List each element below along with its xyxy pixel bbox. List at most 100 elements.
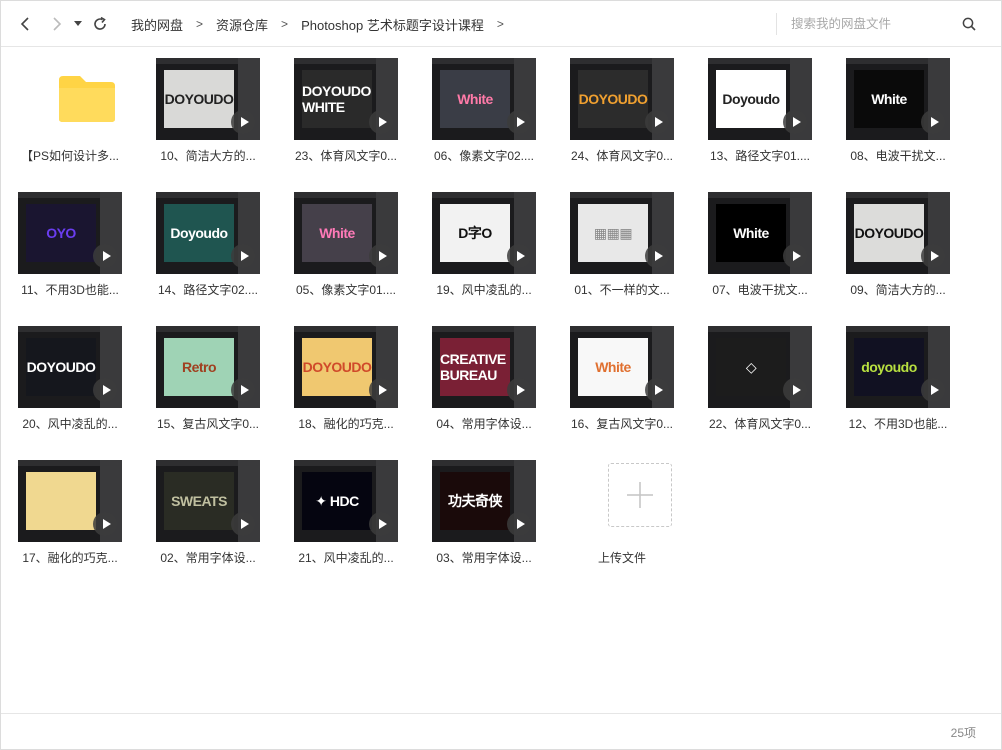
play-icon[interactable] — [921, 110, 945, 134]
thumb-artwork: ✦ HDC — [302, 472, 372, 530]
video-thumbnail: DOYOUDO — [294, 326, 398, 408]
upload-file-button[interactable]: 上传文件 — [553, 449, 681, 567]
play-icon[interactable] — [231, 512, 255, 536]
video-item[interactable]: DOYOUDO 18、融化的巧克... — [277, 315, 405, 433]
video-thumbnail: DOYOUDO — [18, 326, 122, 408]
file-name: 15、复古风文字0... — [156, 417, 260, 431]
item-count: 25项 — [950, 726, 976, 740]
play-icon[interactable] — [93, 244, 117, 268]
chevron-right-icon[interactable] — [45, 13, 67, 35]
video-thumbnail: ▦▦▦ — [570, 192, 674, 274]
play-icon[interactable] — [231, 378, 255, 402]
video-thumbnail: ◇ — [708, 326, 812, 408]
video-thumbnail: SWEATS — [156, 460, 260, 542]
thumb-artwork: doyoudo — [854, 338, 924, 396]
video-item[interactable]: Doyoudo 13、路径文字01.... — [691, 47, 819, 165]
video-item[interactable]: DOYOUDO 10、简洁大方的... — [139, 47, 267, 165]
video-item[interactable]: White 08、电波干扰文... — [829, 47, 957, 165]
play-icon[interactable] — [231, 244, 255, 268]
play-icon[interactable] — [783, 378, 807, 402]
play-icon[interactable] — [921, 378, 945, 402]
video-item[interactable]: ▦▦▦ 01、不一样的文... — [553, 181, 681, 299]
file-name: 09、简洁大方的... — [850, 283, 946, 297]
video-item[interactable]: ◇ 22、体育风文字0... — [691, 315, 819, 433]
play-icon[interactable] — [507, 110, 531, 134]
refresh-icon[interactable] — [89, 13, 111, 35]
video-item[interactable]: DOYOUDO 09、简洁大方的... — [829, 181, 957, 299]
video-item[interactable]: White 05、像素文字01.... — [277, 181, 405, 299]
play-icon[interactable] — [369, 244, 393, 268]
video-item[interactable]: White 06、像素文字02.... — [415, 47, 543, 165]
play-icon[interactable] — [507, 378, 531, 402]
video-item[interactable]: doyoudo 12、不用3D也能... — [829, 315, 957, 433]
video-item[interactable]: DOYOUDO 20、风中凌乱的... — [1, 315, 129, 433]
toolbar: 我的网盘 > 资源仓库 > Photoshop 艺术标题字设计课程 > — [1, 1, 1001, 47]
file-grid: 【PS如何设计多... DOYOUDO 10、简洁大方的... DOYOUDO WHI… — [1, 47, 1001, 713]
video-thumbnail: DOYOUDO — [570, 58, 674, 140]
file-name: 07、电波干扰文... — [712, 283, 808, 297]
play-icon[interactable] — [783, 244, 807, 268]
thumb-artwork: OYO — [26, 204, 96, 262]
folder-icon — [59, 76, 115, 122]
play-icon[interactable] — [645, 244, 669, 268]
status-bar: 25项 — [1, 713, 1001, 749]
file-name: 06、像素文字02.... — [433, 149, 535, 163]
file-name: 08、电波干扰文... — [850, 149, 946, 163]
file-name: 【PS如何设计多... — [20, 149, 119, 163]
caret-down-icon[interactable] — [70, 13, 86, 35]
video-item[interactable]: CREATIVE BUREAU 04、常用字体设... — [415, 315, 543, 433]
thumb-artwork: DOYOUDO — [578, 70, 648, 128]
thumb-artwork: DOYOUDO — [164, 70, 234, 128]
play-icon[interactable] — [645, 378, 669, 402]
video-item[interactable]: D字O 19、风中凌乱的... — [415, 181, 543, 299]
search-icon[interactable] — [959, 14, 979, 34]
play-icon[interactable] — [645, 110, 669, 134]
video-item[interactable]: 功夫奇侠 03、常用字体设... — [415, 449, 543, 567]
file-manager-window: 我的网盘 > 资源仓库 > Photoshop 艺术标题字设计课程 > 【PS如… — [0, 0, 1002, 750]
file-name: 19、风中凌乱的... — [436, 283, 532, 297]
play-icon[interactable] — [369, 512, 393, 536]
play-icon[interactable] — [507, 244, 531, 268]
video-thumbnail: DOYOUDO — [846, 192, 950, 274]
folder-item[interactable]: 【PS如何设计多... — [1, 47, 129, 165]
breadcrumb-separator: > — [196, 17, 204, 31]
video-thumbnail — [18, 460, 122, 542]
video-item[interactable]: DOYOUDO WHITE 23、体育风文字0... — [277, 47, 405, 165]
play-icon[interactable] — [783, 110, 807, 134]
chevron-left-icon[interactable] — [15, 13, 37, 35]
video-thumbnail: Retro — [156, 326, 260, 408]
video-item[interactable]: DOYOUDO 24、体育风文字0... — [553, 47, 681, 165]
video-item[interactable]: 17、融化的巧克... — [1, 449, 129, 567]
file-name: 24、体育风文字0... — [570, 149, 674, 163]
file-name: 18、融化的巧克... — [298, 417, 394, 431]
play-icon[interactable] — [93, 512, 117, 536]
video-thumbnail: White — [570, 326, 674, 408]
play-icon[interactable] — [369, 110, 393, 134]
breadcrumb-item-resource-repo[interactable]: 资源仓库 — [216, 15, 268, 34]
video-item[interactable]: White 16、复古风文字0... — [553, 315, 681, 433]
search-input[interactable] — [791, 14, 951, 34]
video-item[interactable]: Retro 15、复古风文字0... — [139, 315, 267, 433]
video-item[interactable]: ✦ HDC 21、风中凌乱的... — [277, 449, 405, 567]
thumb-artwork: DOYOUDO WHITE — [302, 70, 372, 128]
breadcrumb-item-my-drive[interactable]: 我的网盘 — [131, 15, 183, 34]
play-icon[interactable] — [93, 378, 117, 402]
file-name: 04、常用字体设... — [436, 417, 532, 431]
file-name: 上传文件 — [597, 551, 646, 565]
play-icon[interactable] — [369, 378, 393, 402]
play-icon[interactable] — [231, 110, 255, 134]
breadcrumb-item-current-folder[interactable]: Photoshop 艺术标题字设计课程 — [301, 15, 484, 34]
video-thumbnail: ✦ HDC — [294, 460, 398, 542]
play-icon[interactable] — [507, 512, 531, 536]
video-item[interactable]: SWEATS 02、常用字体设... — [139, 449, 267, 567]
video-item[interactable]: White 07、电波干扰文... — [691, 181, 819, 299]
file-name: 22、体育风文字0... — [708, 417, 812, 431]
file-name: 10、简洁大方的... — [160, 149, 256, 163]
video-item[interactable]: Doyoudo 14、路径文字02.... — [139, 181, 267, 299]
play-icon[interactable] — [921, 244, 945, 268]
file-name: 23、体育风文字0... — [294, 149, 398, 163]
plus-icon — [608, 463, 672, 527]
video-item[interactable]: OYO 11、不用3D也能... — [1, 181, 129, 299]
thumb-artwork — [26, 472, 96, 530]
thumb-artwork: White — [440, 70, 510, 128]
